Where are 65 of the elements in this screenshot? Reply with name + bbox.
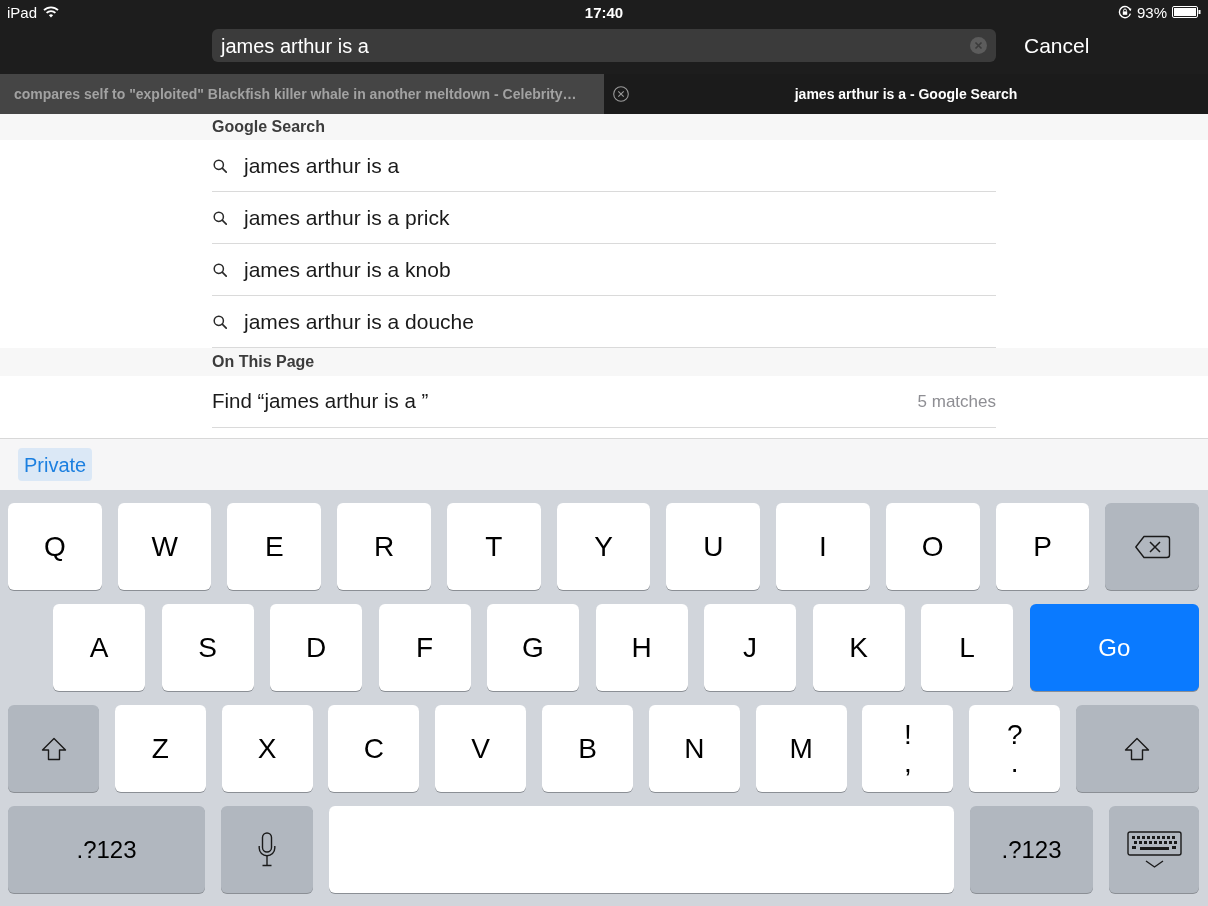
backspace-icon: [1133, 534, 1171, 559]
key[interactable]: W: [117, 503, 212, 590]
arrow-up-icon: [1124, 736, 1151, 761]
microphone-icon: [258, 832, 276, 867]
rotation-lock-icon: [1117, 5, 1132, 19]
key[interactable]: H: [595, 604, 688, 691]
key[interactable]: L: [921, 604, 1013, 691]
arrow-up-icon: [40, 736, 67, 761]
key[interactable]: N: [648, 705, 740, 792]
numbers-key[interactable]: .?123: [970, 806, 1093, 893]
key[interactable]: Z: [114, 705, 206, 792]
key[interactable]: U: [666, 503, 761, 590]
hide-keyboard-key[interactable]: [1109, 806, 1199, 893]
key[interactable]: A: [53, 604, 145, 691]
search-icon: [213, 158, 227, 173]
keyboard-icon: [1126, 830, 1182, 869]
key[interactable]: G: [487, 604, 579, 691]
key[interactable]: S: [161, 604, 254, 691]
section-header: Google Search: [212, 117, 325, 137]
find-text: Find “james arthur is a ”: [212, 388, 429, 415]
space-bar[interactable]: [329, 806, 954, 893]
key[interactable]: D: [270, 604, 362, 691]
key[interactable]: I: [776, 503, 870, 590]
section-header: On This Page: [212, 352, 315, 372]
key[interactable]: J: [704, 604, 796, 691]
numbers-key[interactable]: .?123: [8, 806, 205, 893]
dictation-key[interactable]: [221, 806, 313, 893]
find-on-page-row[interactable]: Find “james arthur is a ” 5 matches: [212, 376, 996, 428]
match-count: 5 matches: [917, 390, 996, 413]
key[interactable]: ? .: [969, 705, 1061, 792]
key[interactable]: F: [378, 604, 471, 691]
key[interactable]: V: [435, 705, 527, 792]
clock-time: 17:40: [584, 4, 624, 20]
key[interactable]: B: [542, 705, 633, 792]
carrier-label: iPad: [7, 4, 38, 20]
suggestion-row[interactable]: james arthur is a knob: [212, 244, 996, 296]
browser-tab[interactable]: compares self to "exploited" Blackfish killer whale in another meltdown - Celebrity…: [0, 74, 604, 114]
key[interactable]: Q: [8, 503, 102, 590]
search-icon: [213, 262, 227, 277]
key[interactable]: Y: [556, 503, 651, 590]
key[interactable]: ! ,: [862, 705, 954, 792]
key[interactable]: M: [755, 705, 847, 792]
suggestion-row[interactable]: james arthur is a: [212, 140, 996, 192]
battery-percentage: 93%: [1136, 4, 1167, 20]
close-icon[interactable]: [613, 86, 629, 102]
key[interactable]: R: [337, 503, 431, 590]
key[interactable]: P: [995, 503, 1090, 590]
shift-key[interactable]: [8, 705, 99, 792]
search-icon: [213, 314, 227, 329]
key[interactable]: T: [446, 503, 541, 590]
delete-key[interactable]: [1105, 503, 1200, 590]
key[interactable]: X: [221, 705, 313, 792]
key[interactable]: E: [227, 503, 322, 590]
cancel-button[interactable]: Cancel: [1024, 29, 1090, 62]
go-key[interactable]: Go: [1029, 604, 1199, 691]
clear-icon[interactable]: [970, 37, 987, 54]
wifi-icon: [43, 6, 60, 18]
search-icon: [213, 210, 227, 225]
suggestion-row[interactable]: james arthur is a prick: [212, 192, 996, 244]
key[interactable]: K: [812, 604, 905, 691]
shift-key[interactable]: [1075, 705, 1199, 792]
battery-icon: [1172, 6, 1201, 18]
search-field[interactable]: james arthur is a: [212, 29, 996, 62]
key[interactable]: O: [885, 503, 980, 590]
key[interactable]: C: [328, 705, 420, 792]
